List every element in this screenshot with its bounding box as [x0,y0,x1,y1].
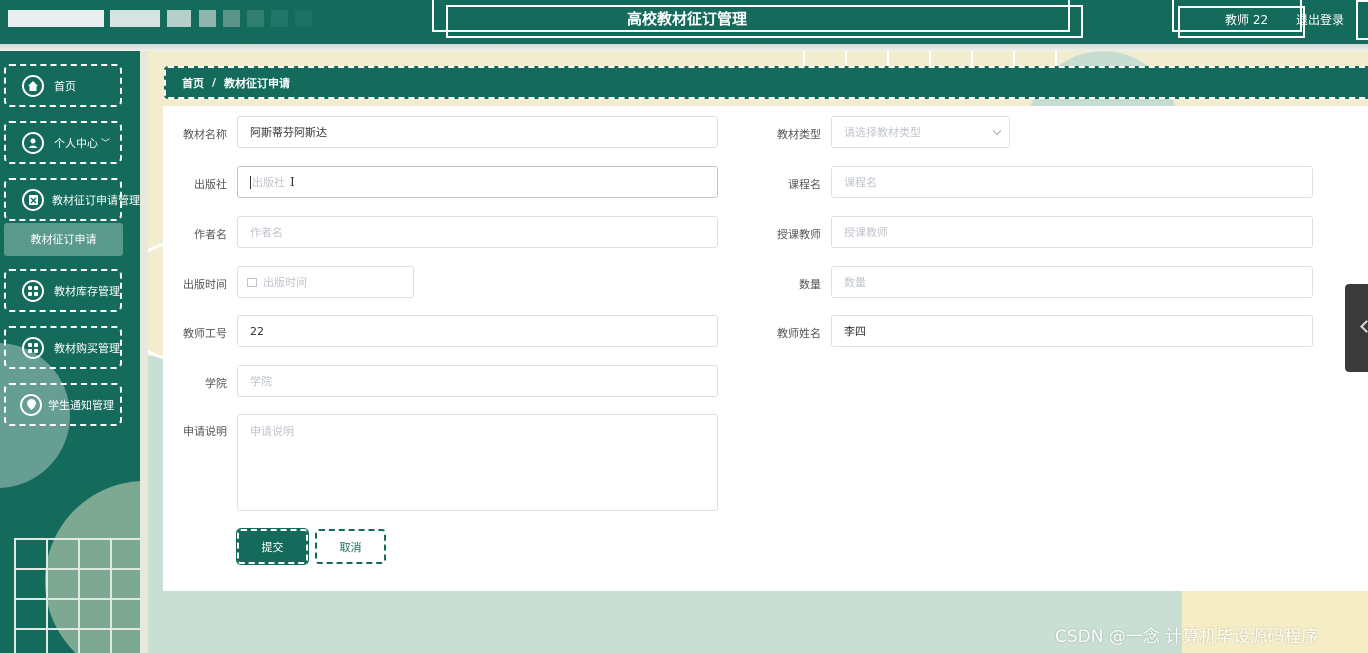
textbook-type-select[interactable]: 请选择教材类型 [831,116,1010,148]
chevron-down-icon: ﹀ [101,139,111,149]
textbook-name-input[interactable]: 阿斯蒂芬阿斯达 [237,116,718,148]
side-panel-toggle[interactable] [1345,284,1368,372]
sidebar-item-inventory[interactable]: 教材库存管理 [4,269,122,312]
sidebar-item-label: 首页 [54,79,76,93]
sidebar-item-label: 教材购买管理 [54,341,120,355]
course-name-label: 课程名 [788,178,821,191]
header-deco-bar [199,10,216,27]
teacher-input[interactable]: 授课教师 [831,216,1313,248]
quantity-input[interactable]: 数量 [831,266,1313,298]
header-deco-frame [1356,0,1368,40]
top-bar: 高校教材征订管理 教师 22 退出登录 [0,0,1368,44]
publish-date-picker[interactable]: 出版时间 [237,266,414,298]
publisher-input[interactable]: 出版社 [237,166,718,198]
sidebar-item-student-notice[interactable]: 学生通知管理 [4,383,122,426]
current-user: 教师 22 [1225,13,1269,27]
header-deco-bar [110,10,160,27]
teacher-name-input[interactable]: 李四 [831,315,1313,347]
text-caret [250,175,251,189]
publish-date-placeholder: 出版时间 [263,276,307,289]
publisher-label: 出版社 [194,178,227,191]
breadcrumb-current: 教材征订申请 [224,76,291,90]
logout-link[interactable]: 退出登录 [1296,11,1344,28]
textbook-name-label: 教材名称 [183,128,227,141]
breadcrumb-separator: / [212,76,217,89]
header-shadow [0,44,1368,51]
description-textarea[interactable]: 申请说明 [237,414,718,511]
header-deco-bar [271,10,288,27]
teacher-name-label: 教师姓名 [777,327,821,340]
college-label: 学院 [205,377,227,390]
author-input[interactable]: 作者名 [237,216,718,248]
home-icon [22,74,44,97]
watermark: CSDN @一念 计算机毕设源码程序 [1055,627,1319,647]
sidebar-item-label: 学生通知管理 [48,398,114,412]
course-name-input[interactable]: 课程名 [831,166,1313,198]
sidebar-item-label: 个人中心 [54,136,98,150]
header-deco-bar [223,10,240,27]
breadcrumb: 首页 / 教材征订申请 [164,66,1368,99]
author-label: 作者名 [194,228,227,241]
sidebar-item-label: 教材库存管理 [54,284,120,298]
chevron-down-icon [992,126,1002,136]
teacher-label: 授课教师 [777,228,821,241]
sidebar-item-apply-management[interactable]: 教材征订申请管理 [4,178,140,221]
college-input[interactable]: 学院 [237,365,718,397]
sidebar: 首页 个人中心 ﹀ 教材征订申请管理 教材征订申请 教材库存管理 教材购买管理 … [0,51,140,653]
textbook-type-label: 教材类型 [777,128,821,141]
sidebar-item-purchase[interactable]: 教材购买管理 [4,326,122,369]
sidebar-item-home[interactable]: 首页 [4,64,122,107]
breadcrumb-home[interactable]: 首页 [182,75,204,91]
submenu-item-apply[interactable]: 教材征订申请 [4,223,123,256]
sidebar-deco-grid [14,538,140,653]
grid-icon [22,336,44,359]
cancel-button[interactable]: 取消 [315,529,386,564]
header-deco-bar [247,10,264,27]
calendar-icon [247,277,257,287]
header-deco-bar [295,10,312,27]
publisher-placeholder: 出版社 [252,176,285,189]
teacher-id-label: 教师工号 [183,327,227,340]
teacher-id-input[interactable]: 22 [237,315,718,347]
description-label: 申请说明 [183,425,227,438]
header-deco-bar [8,10,104,27]
app-title: 高校教材征订管理 [626,10,747,28]
textbook-type-placeholder: 请选择教材类型 [844,126,921,139]
submit-button[interactable]: 提交 [236,528,309,565]
header-deco-bar [167,10,191,27]
quantity-label: 数量 [799,278,821,291]
sidebar-item-personal-center[interactable]: 个人中心 ﹀ [4,121,122,164]
location-icon [20,393,42,416]
chevron-left-icon [1360,320,1368,333]
publish-date-label: 出版时间 [183,278,227,291]
user-icon [22,131,44,154]
grid-icon [22,279,44,302]
text-cursor-icon: I [290,175,295,189]
sidebar-item-label: 教材征订申请管理 [52,193,140,207]
apply-icon [22,188,44,211]
